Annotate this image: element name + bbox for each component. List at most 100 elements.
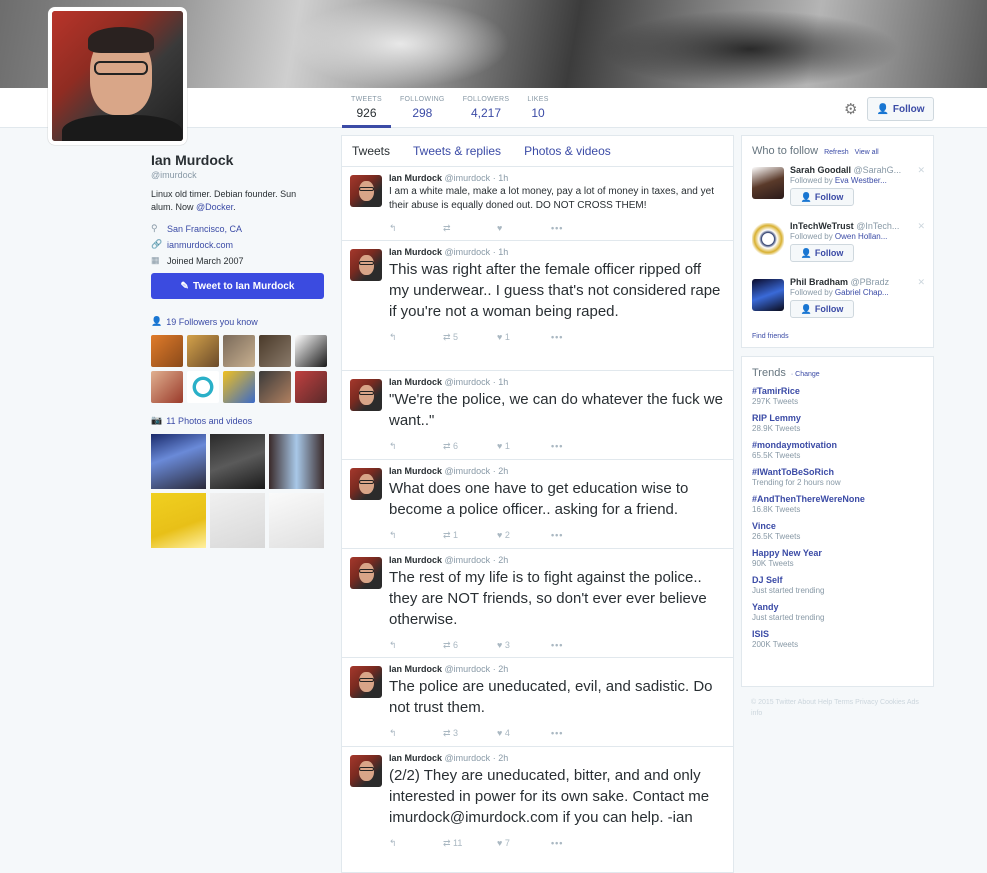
suggestion-name[interactable]: InTechWeTrust [790, 221, 854, 231]
tweet-avatar[interactable] [350, 468, 382, 500]
reply-icon[interactable]: ↰ [389, 838, 443, 849]
tweet-avatar[interactable] [350, 379, 382, 411]
heart-icon[interactable]: ♥ [497, 223, 551, 233]
follower-avatar[interactable] [187, 371, 219, 403]
trend-item[interactable]: RIP Lemmy 28.9K Tweets [752, 413, 923, 433]
more-icon[interactable]: ••• [551, 223, 563, 233]
trend-name[interactable]: DJ Self [752, 575, 923, 585]
dismiss-icon[interactable]: ✕ [917, 277, 925, 288]
stat-tweets[interactable]: TWEETS 926 [342, 96, 391, 128]
tweet-time[interactable]: · 2h [493, 664, 509, 674]
tweet[interactable]: Ian Murdock @imurdock · 1h I am a white … [342, 167, 733, 241]
gear-icon[interactable]: ⚙ [844, 100, 857, 118]
profile-handle[interactable]: @imurdock [151, 170, 331, 180]
tweet-time[interactable]: · 1h [493, 247, 509, 257]
stat-following[interactable]: FOLLOWING 298 [391, 96, 454, 128]
reply-icon[interactable]: ↰ [389, 223, 443, 234]
trend-name[interactable]: #mondaymotivation [752, 440, 923, 450]
retweet-icon[interactable]: ⇄ 11 [443, 838, 497, 849]
retweet-icon[interactable]: ⇄ [443, 223, 497, 234]
tweet-time[interactable]: · 2h [493, 555, 509, 565]
follower-avatar[interactable] [151, 371, 183, 403]
reply-icon[interactable]: ↰ [389, 530, 443, 541]
heart-icon[interactable]: ♥ 4 [497, 728, 551, 738]
tweet-to-button[interactable]: ✎ Tweet to Ian Murdock [151, 273, 324, 299]
trend-name[interactable]: RIP Lemmy [752, 413, 923, 423]
tab-photos-videos[interactable]: Photos & videos [524, 144, 611, 158]
tweet-avatar[interactable] [350, 249, 382, 281]
retweet-icon[interactable]: ⇄ 5 [443, 332, 497, 343]
photo-thumbnail[interactable] [269, 434, 324, 489]
heart-icon[interactable]: ♥ 1 [497, 332, 551, 342]
trend-name[interactable]: #IWantToBeSoRich [752, 467, 923, 477]
reply-icon[interactable]: ↰ [389, 441, 443, 452]
follower-avatar[interactable] [259, 371, 291, 403]
tweet-author-name[interactable]: Ian Murdock [389, 466, 442, 476]
tweet-time[interactable]: · 1h [493, 377, 509, 387]
trend-name[interactable]: Happy New Year [752, 548, 923, 558]
tweet-avatar[interactable] [350, 175, 382, 207]
suggestion-avatar[interactable] [752, 279, 784, 311]
more-icon[interactable]: ••• [551, 728, 563, 738]
trend-name[interactable]: #TamirRice [752, 386, 923, 396]
photos-videos-title[interactable]: 📷 11 Photos and videos [151, 415, 331, 426]
trend-name[interactable]: Vince [752, 521, 923, 531]
more-icon[interactable]: ••• [551, 441, 563, 451]
follower-avatar[interactable] [259, 335, 291, 367]
follower-avatar[interactable] [295, 371, 327, 403]
trend-item[interactable]: #mondaymotivation 65.5K Tweets [752, 440, 923, 460]
tweet-avatar[interactable] [350, 755, 382, 787]
reply-icon[interactable]: ↰ [389, 640, 443, 651]
photo-thumbnail[interactable] [269, 493, 324, 548]
reply-icon[interactable]: ↰ [389, 332, 443, 343]
more-icon[interactable]: ••• [551, 530, 563, 540]
followed-by-link[interactable]: Gabriel Chap... [835, 288, 889, 297]
trend-name[interactable]: ISIS [752, 629, 923, 639]
tweet-avatar[interactable] [350, 557, 382, 589]
retweet-icon[interactable]: ⇄ 6 [443, 441, 497, 452]
photo-thumbnail[interactable] [151, 434, 206, 489]
refresh-link[interactable]: Refresh [824, 149, 849, 156]
suggestion-follow-button[interactable]: 👤 Follow [790, 244, 854, 262]
tweet[interactable]: Ian Murdock @imurdock · 2h The rest of m… [342, 549, 733, 658]
tab-tweets-replies[interactable]: Tweets & replies [413, 144, 501, 158]
heart-icon[interactable]: ♥ 1 [497, 441, 551, 451]
suggestion-avatar[interactable] [752, 167, 784, 199]
reply-icon[interactable]: ↰ [389, 728, 443, 739]
tweet-author-name[interactable]: Ian Murdock [389, 555, 442, 565]
suggestion-name[interactable]: Sarah Goodall [790, 165, 851, 175]
trend-name[interactable]: Yandy [752, 602, 923, 612]
follower-avatar[interactable] [295, 335, 327, 367]
tweet[interactable]: Ian Murdock @imurdock · 1h "We're the po… [342, 371, 733, 460]
tweet-avatar[interactable] [350, 666, 382, 698]
retweet-icon[interactable]: ⇄ 6 [443, 640, 497, 651]
follower-avatar[interactable] [187, 335, 219, 367]
tweet-author-name[interactable]: Ian Murdock [389, 377, 442, 387]
trend-name[interactable]: #AndThenThereWereNone [752, 494, 923, 504]
tweet-time[interactable]: · 2h [493, 753, 509, 763]
suggestion-name[interactable]: Phil Bradham [790, 277, 848, 287]
suggestion-follow-button[interactable]: 👤 Follow [790, 188, 854, 206]
heart-icon[interactable]: ♥ 2 [497, 530, 551, 540]
tab-tweets[interactable]: Tweets [352, 144, 390, 158]
suggestion-follow-button[interactable]: 👤 Follow [790, 300, 854, 318]
retweet-icon[interactable]: ⇄ 1 [443, 530, 497, 541]
tweet-author-name[interactable]: Ian Murdock [389, 247, 442, 257]
profile-name[interactable]: Ian Murdock [151, 152, 331, 168]
trend-item[interactable]: #IWantToBeSoRich Trending for 2 hours now [752, 467, 923, 487]
dismiss-icon[interactable]: ✕ [917, 165, 925, 176]
view-all-link[interactable]: View all [855, 149, 879, 156]
trend-item[interactable]: ISIS 200K Tweets [752, 629, 923, 649]
change-trends-link[interactable]: · Change [791, 371, 820, 378]
dismiss-icon[interactable]: ✕ [917, 221, 925, 232]
heart-icon[interactable]: ♥ 3 [497, 640, 551, 650]
tweet-author-name[interactable]: Ian Murdock [389, 173, 442, 183]
photo-thumbnail[interactable] [210, 493, 265, 548]
location-link[interactable]: San Francisco, CA [167, 224, 242, 234]
tweet[interactable]: Ian Murdock @imurdock · 1h This was righ… [342, 241, 733, 371]
trend-item[interactable]: Vince 26.5K Tweets [752, 521, 923, 541]
find-friends-link[interactable]: Find friends [752, 333, 923, 340]
footer-links[interactable]: © 2015 Twitter About Help Terms Privacy … [751, 697, 926, 719]
tweet-time[interactable]: · 1h [493, 173, 509, 183]
trend-item[interactable]: Yandy Just started trending [752, 602, 923, 622]
